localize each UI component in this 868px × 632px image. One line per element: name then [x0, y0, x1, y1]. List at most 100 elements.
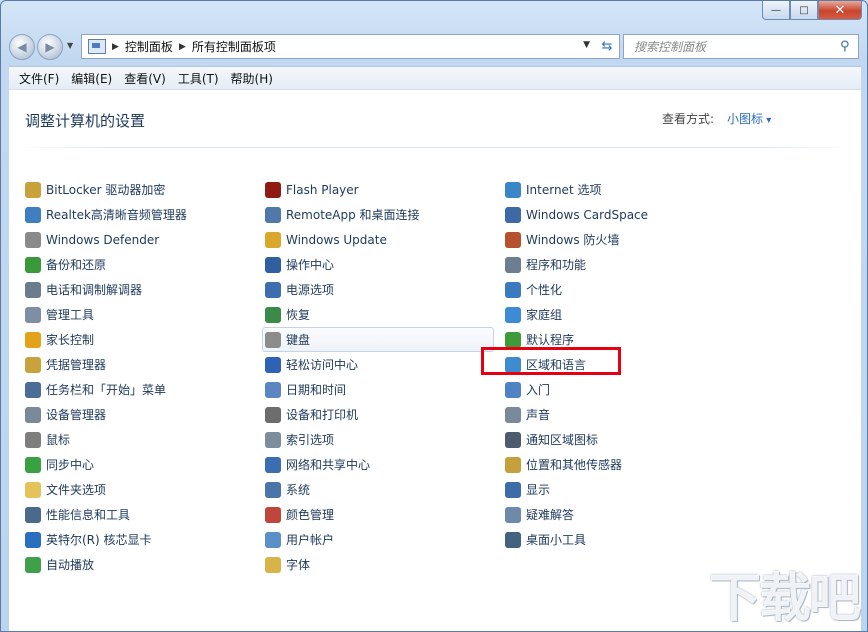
display-icon — [505, 481, 521, 498]
control-panel-item-label: 显示 — [526, 483, 551, 497]
control-panel-item[interactable]: 设备管理器 — [25, 402, 187, 427]
page-title: 调整计算机的设置 — [25, 112, 146, 130]
menu-edit[interactable]: 编辑(E) — [71, 70, 112, 87]
control-panel-item[interactable]: 设备和打印机 — [265, 402, 494, 427]
system-icon — [265, 481, 281, 498]
control-panel-item-label: 操作中心 — [286, 258, 335, 272]
address-bar[interactable]: ▶ 控制面板 ▶ 所有控制面板项 ▼ — [81, 34, 597, 59]
control-panel-item[interactable]: 疑难解答 — [505, 502, 648, 527]
control-panel-item[interactable]: RemoteApp 和桌面连接 — [265, 202, 494, 227]
breadcrumb-separator-icon[interactable]: ▶ — [112, 42, 119, 52]
control-panel-item[interactable]: 鼠标 — [25, 427, 187, 452]
mouse-icon — [25, 431, 41, 448]
control-panel-item[interactable]: 显示 — [505, 477, 648, 502]
control-panel-item[interactable]: 日期和时间 — [265, 377, 494, 402]
control-panel-item[interactable]: 入门 — [505, 377, 648, 402]
menu-help[interactable]: 帮助(H) — [231, 70, 273, 87]
control-panel-item-label: Windows CardSpace — [526, 207, 649, 222]
control-panel-item[interactable]: 字体 — [265, 552, 494, 577]
search-icon[interactable]: ⚲ — [840, 39, 858, 54]
firewall-icon — [505, 231, 521, 248]
color-management-icon — [265, 506, 281, 523]
control-panel-item[interactable]: 管理工具 — [25, 302, 187, 327]
taskbar-icon — [25, 381, 41, 398]
control-panel-item[interactable]: 索引选项 — [265, 427, 494, 452]
control-panel-item-label: 日期和时间 — [286, 383, 347, 397]
close-button[interactable]: ✕ — [818, 1, 862, 20]
performance-icon — [25, 506, 41, 523]
breadcrumb-separator-icon[interactable]: ▶ — [179, 42, 186, 52]
intel-graphics-icon — [25, 531, 41, 548]
control-panel-item[interactable]: 文件夹选项 — [25, 477, 187, 502]
recent-pages-chevron-icon[interactable]: ▼ — [67, 41, 73, 50]
power-options-icon — [265, 281, 281, 298]
sound-icon — [505, 406, 521, 423]
control-panel-item[interactable]: 自动播放 — [25, 552, 187, 577]
address-dropdown-icon[interactable]: ▼ — [583, 40, 590, 50]
search-box[interactable]: 搜索控制面板 ⚲ — [623, 34, 859, 59]
breadcrumb-all-items[interactable]: 所有控制面板项 — [192, 38, 276, 55]
control-panel-item[interactable]: Realtek高清晰音频管理器 — [25, 202, 187, 227]
control-panel-item[interactable]: Windows Update — [265, 227, 494, 252]
control-panel-item[interactable]: 家长控制 — [25, 327, 187, 352]
control-panel-item[interactable]: 用户帐户 — [265, 527, 494, 552]
menu-tools[interactable]: 工具(T) — [178, 70, 219, 87]
control-panel-item[interactable]: 英特尔(R) 核芯显卡 — [25, 527, 187, 552]
control-panel-item-label: 凭据管理器 — [46, 358, 107, 372]
control-panel-item[interactable]: Windows 防火墙 — [505, 227, 648, 252]
control-panel-item[interactable]: 轻松访问中心 — [265, 352, 494, 377]
menu-file[interactable]: 文件(F) — [19, 70, 59, 87]
search-input[interactable]: 搜索控制面板 — [634, 38, 840, 55]
control-panel-item[interactable]: 凭据管理器 — [25, 352, 187, 377]
control-panel-item[interactable]: 操作中心 — [265, 252, 494, 277]
control-panel-item-label: 管理工具 — [46, 308, 95, 322]
menu-view[interactable]: 查看(V) — [124, 70, 166, 87]
control-panel-item[interactable]: 颜色管理 — [265, 502, 494, 527]
control-panel-item[interactable]: 位置和其他传感器 — [505, 452, 648, 477]
date-time-icon — [265, 381, 281, 398]
control-panel-item[interactable]: Windows Defender — [25, 227, 187, 252]
control-panel-item[interactable]: 备份和还原 — [25, 252, 187, 277]
maximize-button[interactable]: □ — [790, 1, 818, 20]
view-by-dropdown[interactable]: 小图标 — [727, 110, 771, 127]
control-panel-item[interactable]: 任务栏和「开始」菜单 — [25, 377, 187, 402]
control-panel-item[interactable]: 电话和调制解调器 — [25, 277, 187, 302]
control-panel-item-label: Flash Player — [286, 182, 359, 197]
backup-icon — [25, 256, 41, 273]
control-panel-item[interactable]: 家庭组 — [505, 302, 648, 327]
minimize-icon: — — [771, 4, 781, 16]
printer-icon — [265, 406, 281, 423]
admin-tools-icon — [25, 306, 41, 323]
forward-button[interactable]: ▶ — [37, 34, 63, 60]
network-icon — [265, 456, 281, 473]
control-panel-item[interactable]: 系统 — [265, 477, 494, 502]
control-panel-item[interactable]: 桌面小工具 — [505, 527, 648, 552]
caption-buttons: — □ ✕ — [762, 1, 862, 21]
control-panel-item[interactable]: 同步中心 — [25, 452, 187, 477]
control-panel-item[interactable]: 程序和功能 — [505, 252, 648, 277]
control-panel-item[interactable]: 键盘 — [262, 327, 494, 352]
control-panel-item-label: 网络和共享中心 — [286, 458, 371, 472]
view-by-label: 查看方式: — [662, 112, 715, 126]
breadcrumb-control-panel[interactable]: 控制面板 — [125, 38, 173, 55]
refresh-button[interactable]: ⇆ — [595, 34, 620, 59]
control-panel-item[interactable]: Internet 选项 — [505, 177, 648, 202]
user-accounts-icon — [265, 531, 281, 548]
control-panel-item-label: 默认程序 — [526, 333, 575, 347]
control-panel-item[interactable]: 个性化 — [505, 277, 648, 302]
control-panel-item[interactable]: 声音 — [505, 402, 648, 427]
minimize-button[interactable]: — — [762, 1, 790, 20]
control-panel-item[interactable]: Windows CardSpace — [505, 202, 648, 227]
control-panel-item-label: 通知区域图标 — [526, 433, 599, 447]
control-panel-item[interactable]: 网络和共享中心 — [265, 452, 494, 477]
control-panel-item[interactable]: Flash Player — [265, 177, 494, 202]
sync-icon — [25, 456, 41, 473]
control-panel-item[interactable]: 电源选项 — [265, 277, 494, 302]
control-panel-item-label: 电源选项 — [286, 283, 335, 297]
control-panel-item[interactable]: 通知区域图标 — [505, 427, 648, 452]
folder-options-icon — [25, 481, 41, 498]
control-panel-item[interactable]: 性能信息和工具 — [25, 502, 187, 527]
back-button[interactable]: ◀ — [9, 34, 35, 60]
control-panel-item[interactable]: BitLocker 驱动器加密 — [25, 177, 187, 202]
control-panel-item[interactable]: 恢复 — [265, 302, 494, 327]
